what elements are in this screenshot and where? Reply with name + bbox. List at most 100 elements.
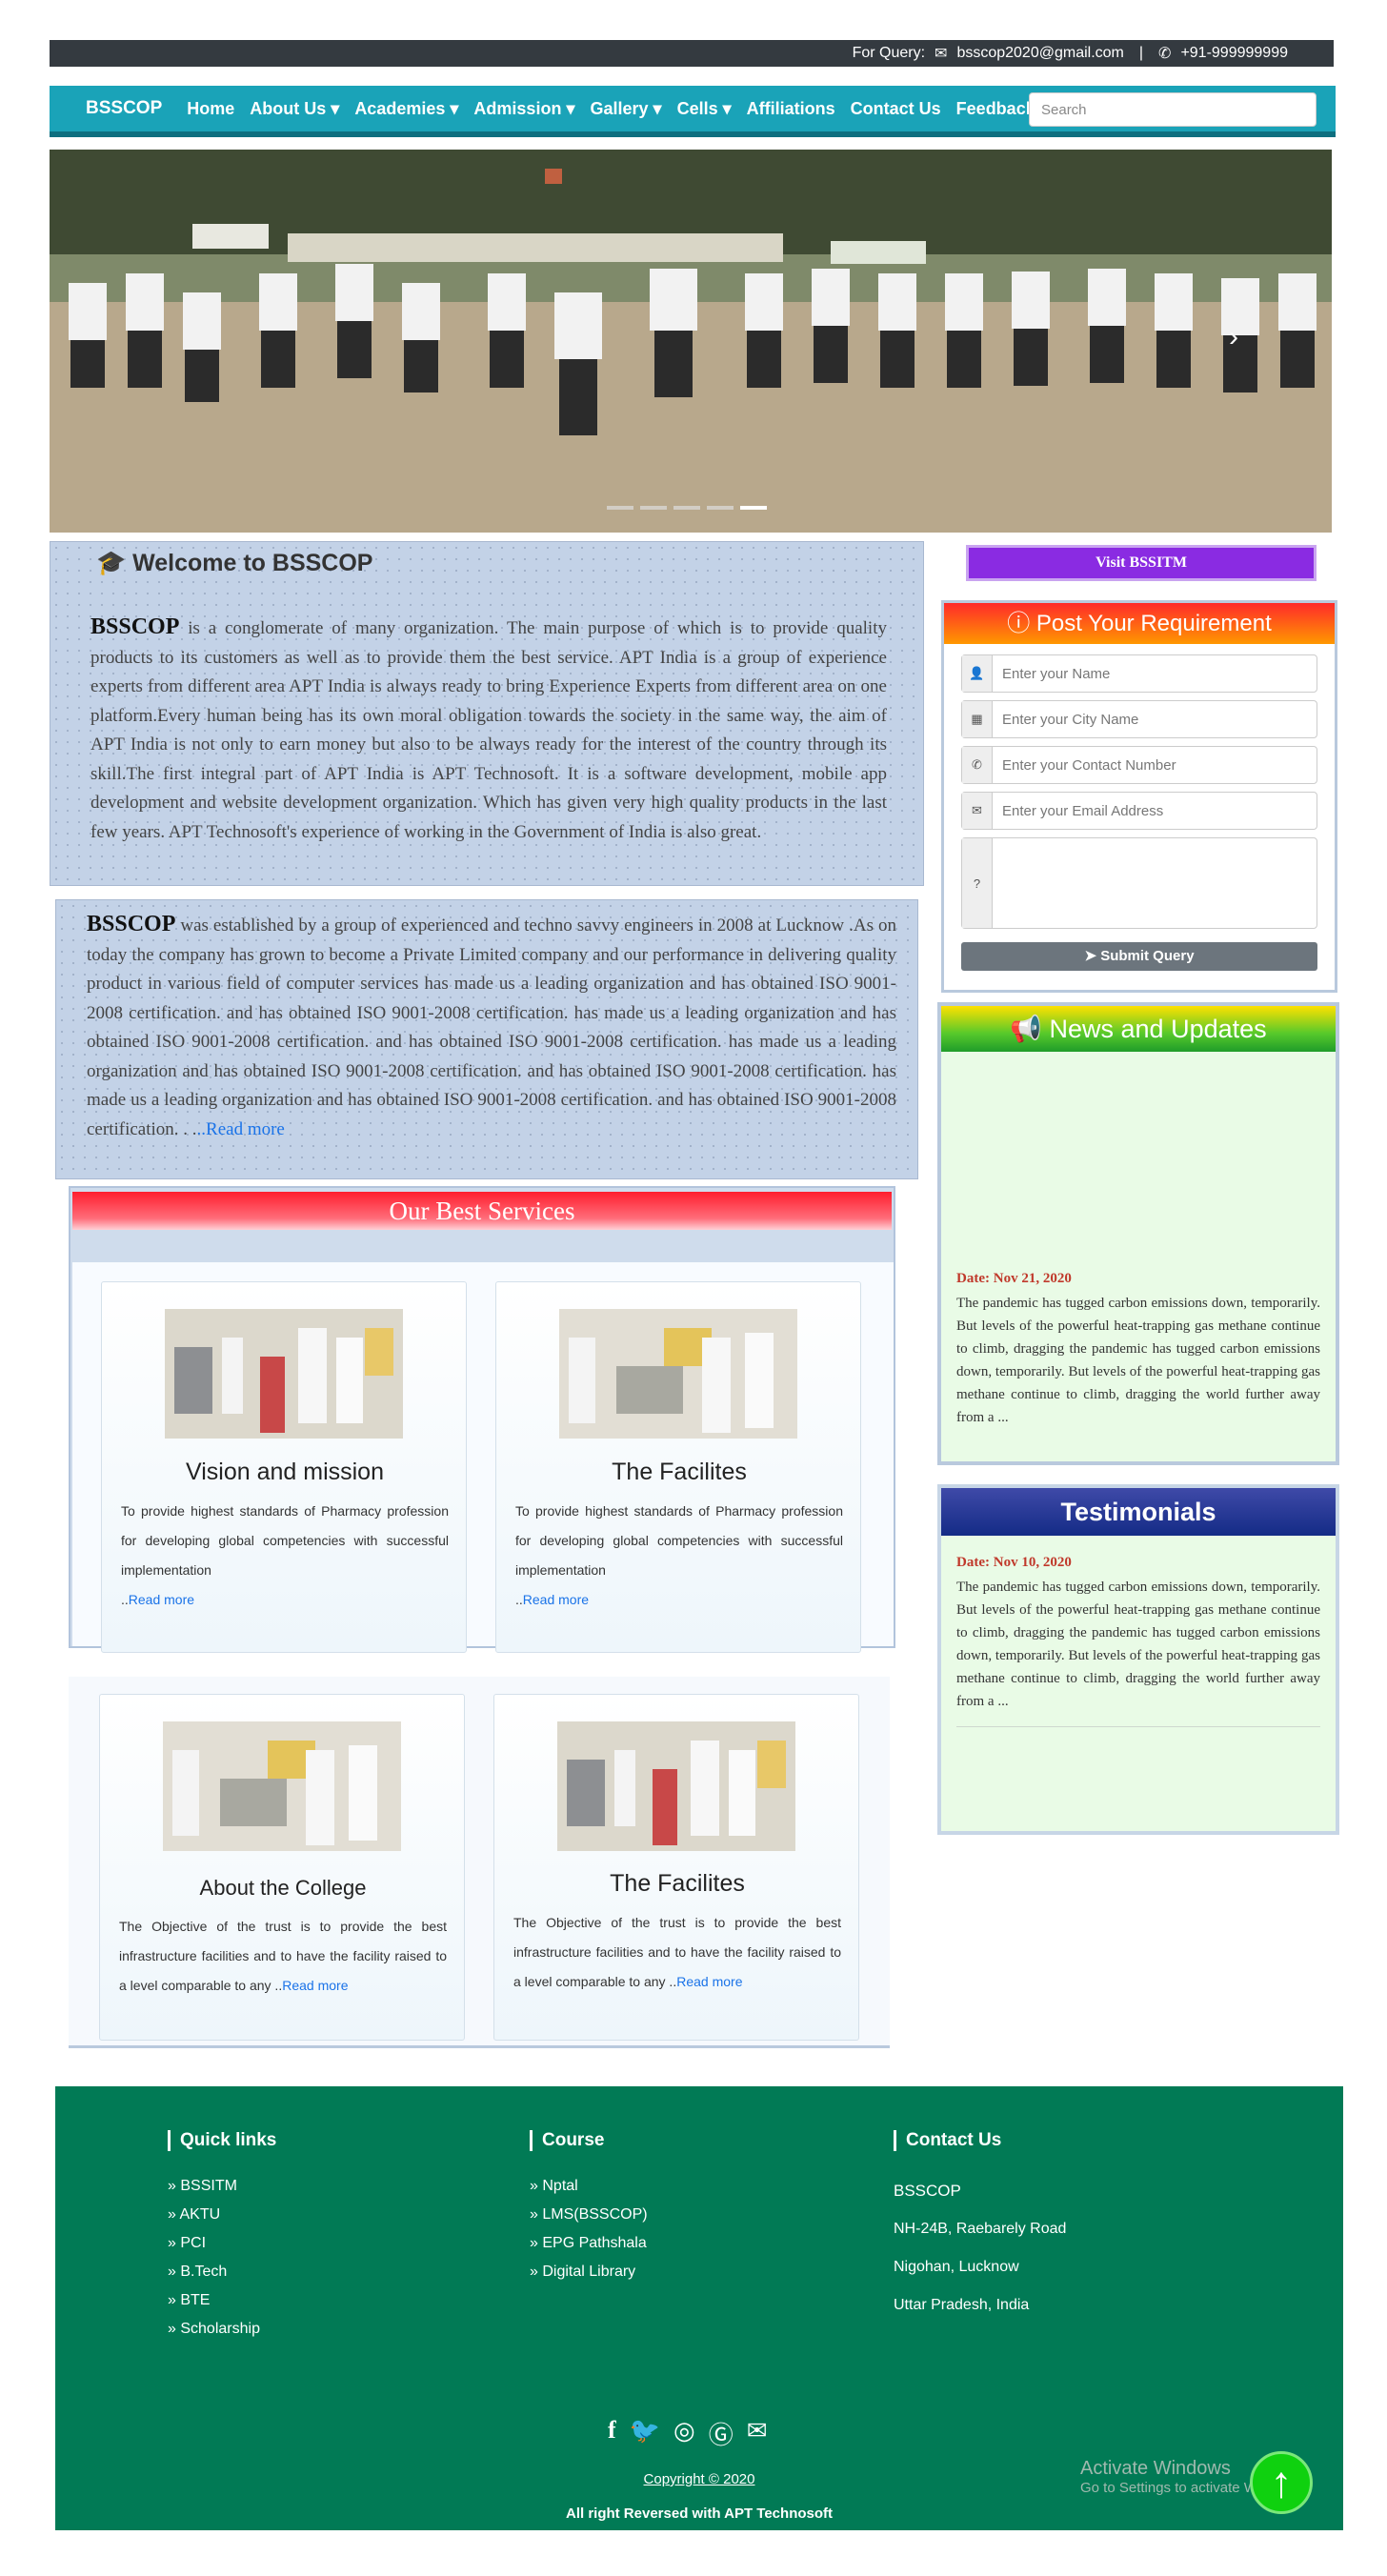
carousel-indicator-3[interactable]: [673, 506, 700, 510]
welcome-heading: 🎓 Welcome to BSSCOP: [96, 550, 372, 577]
footer-link[interactable]: » B.Tech: [168, 2258, 453, 2286]
nav-home[interactable]: Home: [187, 99, 234, 119]
carousel-next-icon[interactable]: ›: [1229, 321, 1238, 353]
footer-link[interactable]: » Nptal: [530, 2172, 815, 2201]
contact-line: BSSCOP: [894, 2182, 961, 2200]
contact-phone[interactable]: +91-999999999: [1180, 45, 1288, 62]
message-textarea[interactable]: ?: [961, 837, 1317, 929]
established-read-more[interactable]: ..Read more: [197, 1119, 285, 1139]
name-field[interactable]: 👤 Enter your Name: [961, 654, 1317, 693]
welcome-section: 🎓 Welcome to BSSCOP BSSCOP is a conglome…: [50, 541, 924, 886]
contact-placeholder: Enter your Contact Number: [1002, 756, 1176, 774]
nav-gallery[interactable]: Gallery ▾: [590, 99, 661, 119]
info-circle-icon: ⓘ: [1007, 611, 1031, 636]
arrow-up-icon: ↑: [1270, 2457, 1293, 2506]
envelope-icon[interactable]: ✉: [747, 2416, 768, 2451]
google-plus-icon[interactable]: Ⓖ: [709, 2416, 734, 2451]
footer-link[interactable]: » Scholarship: [168, 2315, 453, 2344]
requirement-title: Post Your Requirement: [1035, 611, 1272, 636]
read-more-prefix: ..: [515, 1592, 523, 1607]
service-card-text: To provide highest standards of Pharmacy…: [121, 1497, 449, 1615]
double-chevron-icon: »: [168, 2206, 176, 2223]
service-read-more[interactable]: Read more: [676, 1974, 742, 1989]
nav-academies[interactable]: Academies ▾: [354, 99, 458, 119]
double-chevron-icon: »: [168, 2178, 176, 2194]
carousel-indicator-4[interactable]: [707, 506, 734, 510]
double-chevron-icon: »: [168, 2292, 176, 2308]
main-navbar: BSSCOP Home About Us ▾ Academies ▾ Admis…: [50, 84, 1336, 137]
city-field[interactable]: ▦ Enter your City Name: [961, 700, 1317, 738]
news-text: The pandemic has tugged carbon emissions…: [956, 1296, 1320, 1425]
footer-link-label: Nptal: [542, 2178, 578, 2194]
footer-link[interactable]: » PCI: [168, 2229, 453, 2258]
footer-link[interactable]: » BSSITM: [168, 2172, 453, 2201]
welcome-lead: BSSCOP: [90, 614, 180, 639]
search-input[interactable]: Search: [1029, 92, 1317, 127]
service-read-more[interactable]: Read more: [282, 1978, 348, 1993]
service-card: Vision and mission To provide highest st…: [101, 1281, 467, 1653]
testimonials-panel: Testimonials Date: Nov 10, 2020 The pand…: [937, 1484, 1339, 1835]
contact-line: Uttar Pradesh, India: [894, 2297, 1030, 2313]
footer-link[interactable]: » BTE: [168, 2286, 453, 2315]
phone-icon: ✆: [1158, 46, 1172, 62]
footer-link-label: PCI: [180, 2235, 207, 2251]
testimonials-title: Testimonials: [941, 1488, 1336, 1536]
carousel-indicator-5-active[interactable]: [740, 506, 767, 510]
service-photo: [165, 1309, 403, 1439]
service-card-text: To provide highest standards of Pharmacy…: [515, 1497, 843, 1615]
footer-link-label: LMS(BSSCOP): [542, 2206, 648, 2223]
nav-feedback[interactable]: Feedback: [956, 99, 1035, 119]
read-more-prefix: ..: [121, 1592, 129, 1607]
footer-link-label: BTE: [180, 2292, 211, 2308]
visit-bssitm-button[interactable]: Visit BSSITM: [966, 545, 1317, 581]
footer-link-label: BSSITM: [180, 2178, 237, 2194]
footer-link[interactable]: » LMS(BSSCOP): [530, 2201, 815, 2229]
contact-title: Contact Us: [894, 2130, 1275, 2151]
caret-down-icon: ▾: [445, 98, 459, 118]
double-chevron-icon: »: [530, 2235, 538, 2251]
services-title: Our Best Services: [72, 1192, 892, 1230]
scroll-to-top-button[interactable]: ↑: [1250, 2451, 1313, 2514]
service-read-more[interactable]: Read more: [523, 1592, 589, 1607]
news-header: 📢 News and Updates: [941, 1006, 1336, 1052]
nav-admission[interactable]: Admission ▾: [473, 99, 574, 119]
service-card-title: The Facilites: [610, 1870, 745, 1897]
name-placeholder: Enter your Name: [1002, 665, 1111, 682]
caret-down-icon: ▾: [326, 98, 340, 118]
carousel-indicator-1[interactable]: [607, 506, 633, 510]
caret-down-icon: ▾: [717, 98, 732, 118]
contact-field[interactable]: ✆ Enter your Contact Number: [961, 746, 1317, 784]
instagram-icon[interactable]: ◎: [673, 2416, 695, 2451]
service-photo: [557, 1721, 795, 1851]
welcome-body: is a conglomerate of many organization. …: [90, 618, 887, 842]
footer-link[interactable]: » EPG Pathshala: [530, 2229, 815, 2258]
brand-logo[interactable]: BSSCOP: [86, 98, 162, 119]
caret-down-icon: ▾: [561, 98, 575, 118]
nav-contact-us[interactable]: Contact Us: [851, 99, 941, 119]
testimonial-date: Date: Nov 10, 2020: [956, 1555, 1072, 1570]
news-panel: 📢 News and Updates Date: Nov 21, 2020 Th…: [937, 1002, 1339, 1465]
footer-link[interactable]: » AKTU: [168, 2201, 453, 2229]
nav-affiliations[interactable]: Affiliations: [747, 99, 835, 119]
testimonial-text: The pandemic has tugged carbon emissions…: [956, 1580, 1320, 1709]
twitter-icon[interactable]: 🐦: [630, 2416, 660, 2451]
separator: |: [1138, 45, 1144, 61]
established-paragraph: BSSCOP was established by a group of exp…: [87, 910, 896, 1144]
footer-link[interactable]: » Digital Library: [530, 2258, 815, 2286]
contact-email[interactable]: bsscop2020@gmail.com: [956, 45, 1123, 62]
carousel-photo: [50, 150, 1332, 533]
service-card: The Facilites To provide highest standar…: [495, 1281, 861, 1653]
activate-windows-watermark: Activate Windows Go to Settings to activa…: [1080, 2458, 1257, 2496]
facebook-icon[interactable]: f: [608, 2416, 616, 2451]
query-label: For Query:: [852, 45, 926, 61]
welcome-paragraph: BSSCOP is a conglomerate of many organiz…: [90, 613, 887, 847]
service-read-more[interactable]: Read more: [129, 1592, 194, 1607]
nav-cells[interactable]: Cells ▾: [677, 99, 732, 119]
nav-about-us[interactable]: About Us ▾: [250, 99, 339, 119]
divider: [956, 1726, 1320, 1727]
megaphone-icon: 📢: [1010, 1015, 1042, 1043]
submit-query-button[interactable]: ➤ Submit Query: [961, 942, 1317, 971]
email-field[interactable]: ✉ Enter your Email Address: [961, 792, 1317, 830]
carousel-indicator-2[interactable]: [640, 506, 667, 510]
footer-link-label: Scholarship: [180, 2321, 260, 2337]
